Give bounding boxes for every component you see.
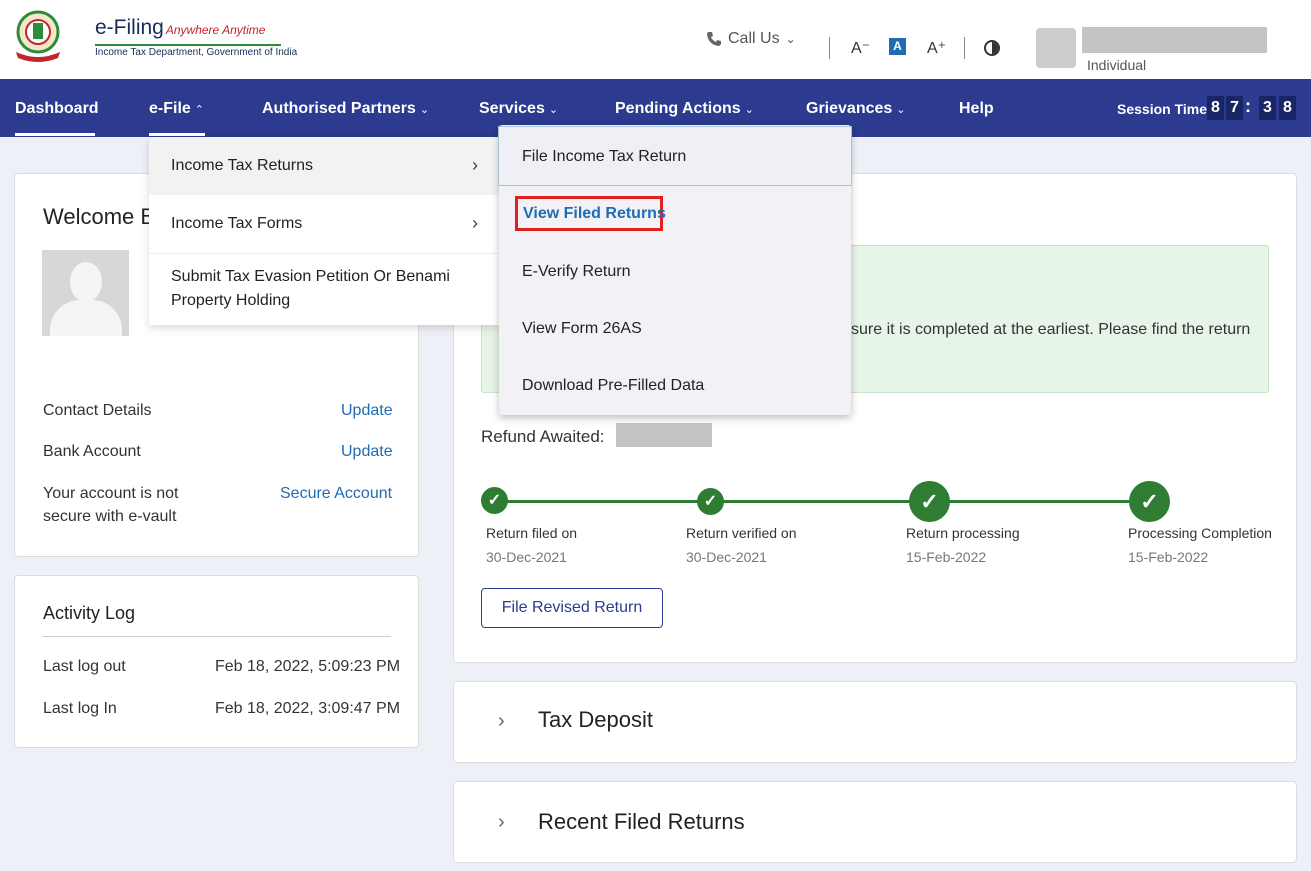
menu-item-label: Income Tax Returns — [171, 157, 313, 174]
step-check-icon: ✓ — [909, 481, 950, 522]
chevron-up-icon: ⌃ — [194, 104, 205, 116]
menu-item-tax-evasion-petition-line2[interactable]: Property Holding — [171, 292, 290, 310]
last-login-label: Last log In — [43, 700, 117, 717]
nav-item-dashboard[interactable]: Dashboard — [15, 100, 99, 118]
user-type-label: Individual — [1087, 57, 1147, 73]
session-time-label: Session Time — [1117, 101, 1208, 117]
submenu-item-label: File Income Tax Return — [522, 148, 687, 165]
person-silhouette-body — [50, 300, 122, 336]
chevron-right-icon: › — [498, 710, 505, 732]
step-label: Return verified on — [686, 525, 797, 541]
profile-picture[interactable] — [42, 250, 129, 336]
logo-subtitle: Income Tax Department, Government of Ind… — [95, 44, 297, 58]
logo-title: e-Filing Anywhere Anytime — [95, 16, 266, 39]
last-logout-label: Last log out — [43, 658, 126, 675]
divider — [43, 636, 391, 637]
contact-update-link[interactable]: Update — [341, 402, 393, 420]
nav-underline — [15, 133, 95, 136]
chevron-down-icon: ⌄ — [744, 104, 754, 116]
session-digit: 8 — [1207, 96, 1224, 120]
person-silhouette-icon — [70, 262, 102, 302]
vault-status-label: Your account is not — [43, 485, 179, 502]
chevron-right-icon: › — [498, 811, 505, 833]
header-divider — [964, 37, 965, 59]
bank-update-link[interactable]: Update — [341, 443, 393, 461]
font-normal-button[interactable]: A — [889, 38, 906, 55]
step-date: 30-Dec-2021 — [686, 549, 767, 565]
font-decrease-button[interactable]: A⁻ — [851, 38, 870, 58]
step-label: Processing Completion — [1128, 525, 1272, 541]
recent-filed-returns-title: Recent Filed Returns — [538, 809, 745, 834]
vault-status-label: secure with e-vault — [43, 508, 177, 525]
chevron-down-icon: ⌄ — [896, 104, 906, 116]
chevron-down-icon: ⌄ — [548, 104, 559, 116]
chevron-right-icon: › — [472, 213, 478, 233]
menu-divider — [149, 253, 499, 254]
file-revised-return-button[interactable]: File Revised Return — [481, 588, 663, 628]
welcome-title: Welcome B — [43, 204, 153, 229]
step-date: 30-Dec-2021 — [486, 549, 567, 565]
nav-item-pending-actions[interactable]: Pending Actions ⌄ — [615, 100, 754, 118]
step-check-icon: ✓ — [1129, 481, 1170, 522]
nav-item-authorised-partners[interactable]: Authorised Partners ⌄ — [262, 100, 429, 118]
header-divider — [829, 37, 830, 59]
secure-account-link[interactable]: Secure Account — [280, 485, 392, 503]
user-name-redacted — [1082, 27, 1267, 53]
chevron-down-icon: ⌄ — [785, 32, 796, 46]
step-label: Return processing — [906, 525, 1020, 541]
chevron-down-icon: ⌄ — [419, 104, 430, 116]
nav-underline — [149, 133, 205, 136]
session-digit: 3 — [1259, 96, 1276, 120]
nav-item-efile[interactable]: e-File ⌃ — [149, 100, 204, 118]
call-us-dropdown[interactable]: Call Us ⌄ — [706, 30, 796, 48]
chevron-right-icon: › — [472, 155, 478, 175]
refund-amount-redacted — [616, 423, 712, 447]
contrast-toggle-icon[interactable] — [984, 40, 1000, 56]
nav-item-grievances[interactable]: Grievances ⌄ — [806, 100, 906, 118]
step-check-icon: ✓ — [481, 487, 508, 514]
refund-awaited-label: Refund Awaited: — [481, 427, 605, 446]
menu-item-income-tax-forms[interactable]: Income Tax Forms — [171, 215, 302, 233]
nav-item-services[interactable]: Services ⌄ — [479, 100, 558, 118]
submenu-item-view-filed-returns[interactable]: View Filed Returns — [515, 196, 666, 231]
submenu-item-e-verify-return[interactable]: E-Verify Return — [522, 263, 630, 281]
phone-icon — [707, 32, 721, 46]
logo-tagline: Anywhere Anytime — [165, 23, 266, 37]
session-colon: : — [1245, 96, 1251, 116]
font-increase-button[interactable]: A⁺ — [927, 38, 946, 58]
last-login-value: Feb 18, 2022, 3:09:47 PM — [215, 700, 401, 717]
submenu-item-download-prefilled[interactable]: Download Pre-Filled Data — [522, 377, 704, 395]
session-digit: 8 — [1279, 96, 1296, 120]
step-date: 15-Feb-2022 — [906, 549, 987, 565]
progress-track — [494, 500, 1150, 503]
contact-details-label: Contact Details — [43, 402, 152, 419]
activity-log-title: Activity Log — [43, 603, 136, 623]
step-date: 15-Feb-2022 — [1128, 549, 1209, 565]
notice-text: sure it is completed at the earliest. Pl… — [851, 321, 1251, 338]
session-digit: 7 — [1226, 96, 1243, 120]
submenu-item-view-form-26as[interactable]: View Form 26AS — [522, 320, 642, 338]
step-check-icon: ✓ — [697, 488, 724, 515]
call-us-label: Call Us — [728, 30, 780, 47]
tax-deposit-title: Tax Deposit — [538, 707, 653, 732]
emblem-logo-icon[interactable] — [14, 10, 62, 62]
bank-account-label: Bank Account — [43, 443, 141, 460]
last-logout-value: Feb 18, 2022, 5:09:23 PM — [215, 658, 401, 675]
nav-item-help[interactable]: Help — [959, 100, 994, 118]
menu-item-tax-evasion-petition[interactable]: Submit Tax Evasion Petition Or Benami — [171, 268, 450, 286]
user-avatar[interactable] — [1036, 28, 1076, 68]
step-label: Return filed on — [486, 525, 578, 541]
